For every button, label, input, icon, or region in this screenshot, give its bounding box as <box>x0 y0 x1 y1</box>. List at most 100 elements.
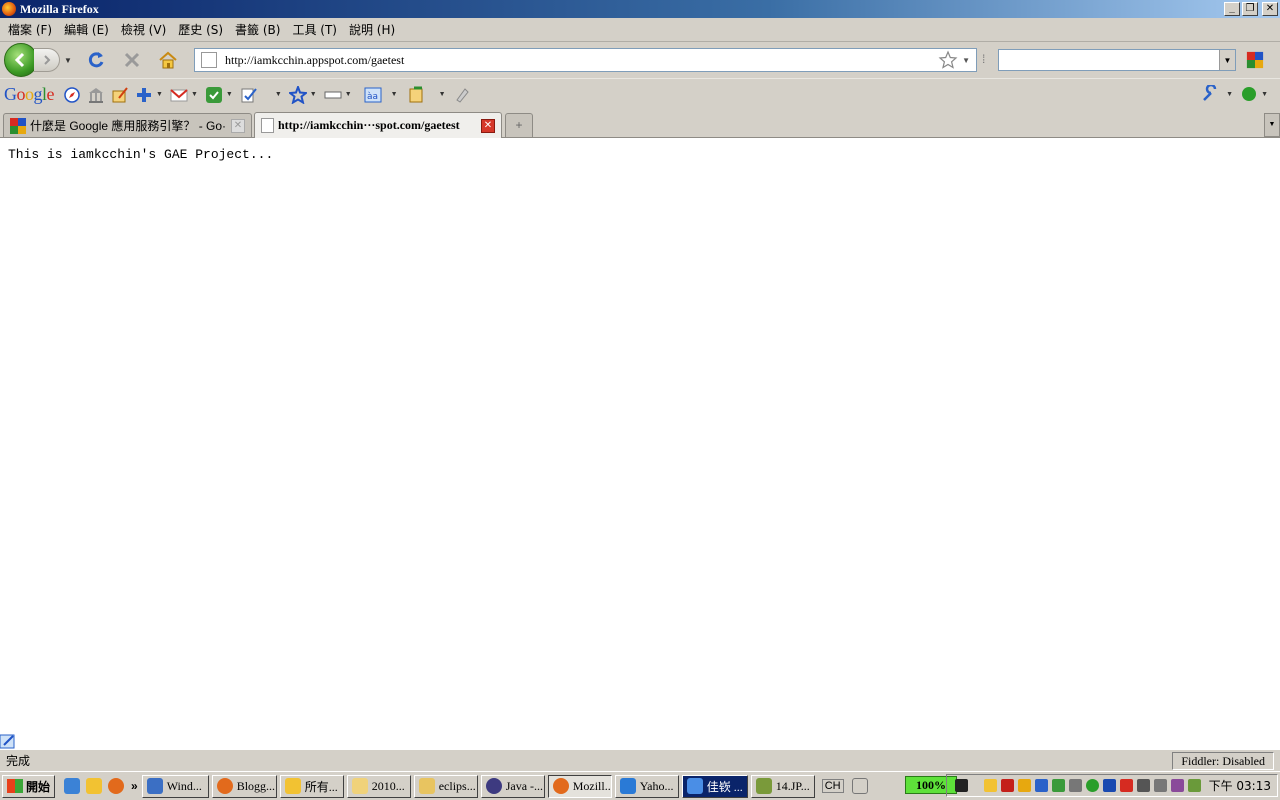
bookmark-star-icon[interactable] <box>938 50 958 70</box>
status-dropdown-icon[interactable]: ▼ <box>1261 91 1268 98</box>
task-button[interactable]: Java -... <box>480 774 545 798</box>
firefox-quicklaunch-icon[interactable] <box>108 778 125 794</box>
back-button[interactable] <box>4 43 38 77</box>
volume-icon[interactable] <box>1187 779 1201 792</box>
send-to-dropdown-icon[interactable]: ▼ <box>439 91 446 98</box>
system-tray: 下午 03:13 <box>945 774 1278 797</box>
language-indicator[interactable]: CH <box>821 779 844 793</box>
send-to-icon[interactable] <box>408 86 426 104</box>
forward-button[interactable] <box>34 48 60 72</box>
outlook-icon <box>284 778 301 794</box>
tab-gaetest[interactable]: http://iamkcchin···spot.com/gaetest ✕ <box>254 112 502 138</box>
red-tray-icon[interactable] <box>1119 779 1133 792</box>
task-button[interactable]: Wind... <box>141 774 209 798</box>
users-icon[interactable] <box>1051 779 1065 792</box>
task-label: 2010... <box>371 778 405 793</box>
outlook-icon[interactable] <box>86 778 103 794</box>
close-button[interactable]: ✕ <box>1262 2 1278 16</box>
edit-icon[interactable] <box>0 733 16 749</box>
ie-icon[interactable] <box>64 778 81 794</box>
tab-list-dropdown-icon[interactable]: ▼ <box>1264 113 1280 137</box>
highlighter-icon[interactable] <box>453 86 471 104</box>
autofill-dropdown-icon[interactable]: ▼ <box>345 91 352 98</box>
home-button[interactable] <box>157 49 179 71</box>
task-button[interactable]: eclips... <box>413 774 478 798</box>
page-icon <box>201 52 217 68</box>
search-engine-dropdown-icon[interactable]: ▼ <box>1219 50 1235 70</box>
shield-icon[interactable] <box>1017 779 1031 792</box>
search-tray-icon[interactable] <box>1068 779 1082 792</box>
history-dropdown-icon[interactable]: ▼ <box>64 56 72 65</box>
translate-dropdown-icon[interactable]: ▼ <box>226 91 233 98</box>
network-icon[interactable] <box>1034 779 1048 792</box>
splitter-icon[interactable]: ⁞ <box>982 52 985 66</box>
url-dropdown-icon[interactable]: ▼ <box>962 56 970 65</box>
minimize-button[interactable]: _ <box>1224 2 1240 16</box>
bookmarks-star-icon[interactable] <box>288 85 307 104</box>
gmail-icon[interactable] <box>170 86 188 104</box>
task-label: 所有... <box>304 779 338 794</box>
task-button-active[interactable]: Mozill... <box>547 774 612 798</box>
tab-close-icon[interactable]: ✕ <box>231 118 245 133</box>
google-logo[interactable]: Google <box>4 84 54 105</box>
translate-icon[interactable] <box>205 86 223 104</box>
google-search-icon[interactable] <box>1245 50 1265 70</box>
autofill-icon[interactable] <box>324 86 342 104</box>
notebook-icon[interactable] <box>111 86 129 104</box>
menu-file[interactable]: 檔案 (F) <box>2 21 58 38</box>
start-button[interactable]: 開始 <box>2 774 56 798</box>
reload-button[interactable] <box>85 49 107 71</box>
gmail-dropdown-icon[interactable]: ▼ <box>191 91 198 98</box>
messenger-icon <box>686 778 703 794</box>
wrench-dropdown-icon[interactable]: ▼ <box>1226 91 1233 98</box>
menu-help[interactable]: 說明 (H) <box>343 21 401 38</box>
google-favicon-icon <box>10 117 26 134</box>
add-button-icon[interactable] <box>135 86 153 104</box>
menu-view[interactable]: 檢視 (V) <box>115 21 172 38</box>
power-plug-icon[interactable] <box>954 779 968 792</box>
search-input[interactable]: ▼ <box>998 49 1236 71</box>
toolbar-right: ▼ ▼ <box>1198 85 1272 103</box>
clock[interactable]: 下午 03:13 <box>1209 777 1271 794</box>
restore-button[interactable]: ❐ <box>1242 2 1258 16</box>
word-translate-dropdown-icon[interactable]: ▼ <box>391 91 398 98</box>
page-favicon-icon <box>261 118 274 133</box>
tab-close-icon[interactable]: ✕ <box>481 118 495 133</box>
task-button[interactable]: 2010... <box>346 774 411 798</box>
fiddler-status[interactable]: Fiddler: Disabled <box>1172 751 1274 770</box>
outlook-tray-icon[interactable] <box>983 779 997 792</box>
computer-icon[interactable] <box>1136 779 1150 792</box>
word-translate-icon[interactable]: àa <box>364 86 382 104</box>
ime-icon[interactable] <box>851 778 868 794</box>
bluetooth-icon[interactable] <box>1102 779 1116 792</box>
menu-tools[interactable]: 工具 (T) <box>286 21 343 38</box>
task-button[interactable]: Yaho... <box>614 774 679 798</box>
url-input[interactable]: http://iamkcchin.appspot.com/gaetest <box>221 53 938 68</box>
address-bar[interactable]: http://iamkcchin.appspot.com/gaetest ▼ <box>194 48 977 72</box>
task-button[interactable]: Blogg... <box>211 774 277 798</box>
add-dropdown-icon[interactable]: ▼ <box>156 91 163 98</box>
status-text: 完成 <box>6 754 31 768</box>
green-tray-icon[interactable] <box>1085 779 1099 792</box>
new-tab-button[interactable]: + <box>505 113 533 137</box>
compass-icon[interactable] <box>63 86 81 104</box>
task-button[interactable]: 14.JP... <box>750 774 815 798</box>
menu-bookmarks[interactable]: 書籤 (B) <box>229 21 286 38</box>
task-label: Java -... <box>505 778 544 793</box>
menu-history[interactable]: 歷史 (S) <box>172 21 229 38</box>
tab-google-app-engine[interactable]: 什麼是 Google 應用服務引擎？ - Go··· ✕ <box>3 113 252 137</box>
spellcheck-icon[interactable] <box>240 86 258 104</box>
task-button[interactable]: 佳嵚 ... <box>681 774 748 798</box>
settings-tray-icon[interactable] <box>1153 779 1167 792</box>
status-green-icon[interactable] <box>1240 85 1258 103</box>
menu-edit[interactable]: 編輯 (E) <box>58 21 115 38</box>
museum-icon[interactable] <box>87 86 105 104</box>
acrobat-tray-icon[interactable] <box>1000 779 1014 792</box>
app-tray-icon[interactable] <box>1170 779 1184 792</box>
spellcheck-dropdown-icon[interactable]: ▼ <box>275 91 282 98</box>
quick-launch-more[interactable]: » <box>131 779 138 793</box>
bookmarks-dropdown-icon[interactable]: ▼ <box>310 91 317 98</box>
task-button[interactable]: 所有... <box>279 774 344 798</box>
wrench-icon[interactable] <box>1201 85 1219 103</box>
stop-button[interactable] <box>121 49 143 71</box>
